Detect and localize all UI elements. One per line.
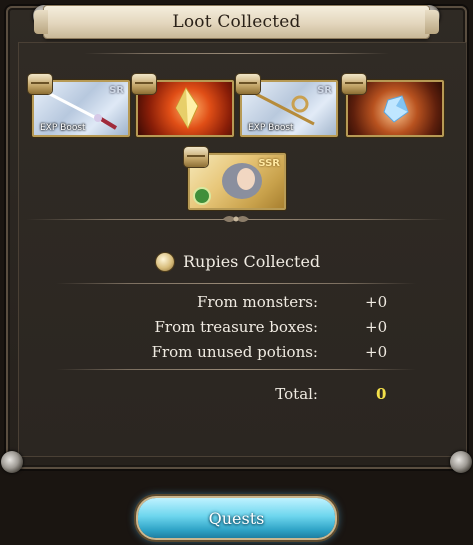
rupies-divider-top (56, 283, 416, 284)
total-label: Total: (275, 385, 318, 403)
loot-item-water-quartz[interactable] (342, 74, 444, 137)
treasure-chest-icon (342, 74, 366, 94)
loot-item-fire-quartz[interactable] (132, 74, 234, 137)
loot-item-weapon-scepter[interactable]: SR EXP Boost (236, 74, 338, 137)
row-value-treasure-boxes: +0 (365, 318, 388, 336)
row-label-monsters: From monsters: (196, 293, 318, 311)
top-divider (84, 53, 389, 54)
ornament-icon (223, 216, 249, 222)
treasure-chest-icon (184, 147, 208, 167)
rupies-heading: Rupies Collected (183, 252, 321, 271)
row-value-unused-potions: +0 (365, 343, 388, 361)
treasure-chest-icon (132, 74, 156, 94)
treasure-chest-icon (236, 74, 260, 94)
title-banner: Loot Collected (34, 6, 439, 38)
total-value: 0 (376, 385, 387, 403)
quests-button-label: Quests (208, 508, 265, 528)
rarity-badge: SR (317, 85, 332, 96)
treasure-chest-icon (28, 74, 52, 94)
rupie-coin-icon (156, 253, 174, 271)
row-label-treasure-boxes: From treasure boxes: (154, 318, 318, 336)
quests-button[interactable]: Quests (138, 498, 335, 538)
rarity-badge: SSR (258, 158, 280, 169)
frame-corner-bottom-right (450, 451, 472, 473)
row-label-unused-potions: From unused potions: (151, 343, 318, 361)
loot-item-weapon-sword[interactable]: SR EXP Boost (28, 74, 130, 137)
rupies-divider-bottom (56, 369, 416, 370)
row-value-monsters: +0 (365, 293, 388, 311)
rarity-badge: SR (109, 85, 124, 96)
exp-boost-label: EXP Boost (40, 123, 86, 133)
loot-item-summon-ssr[interactable]: SSR (184, 147, 286, 210)
exp-boost-label: EXP Boost (248, 123, 294, 133)
frame-corner-bottom-left (1, 451, 23, 473)
page-title: Loot Collected (172, 12, 301, 32)
